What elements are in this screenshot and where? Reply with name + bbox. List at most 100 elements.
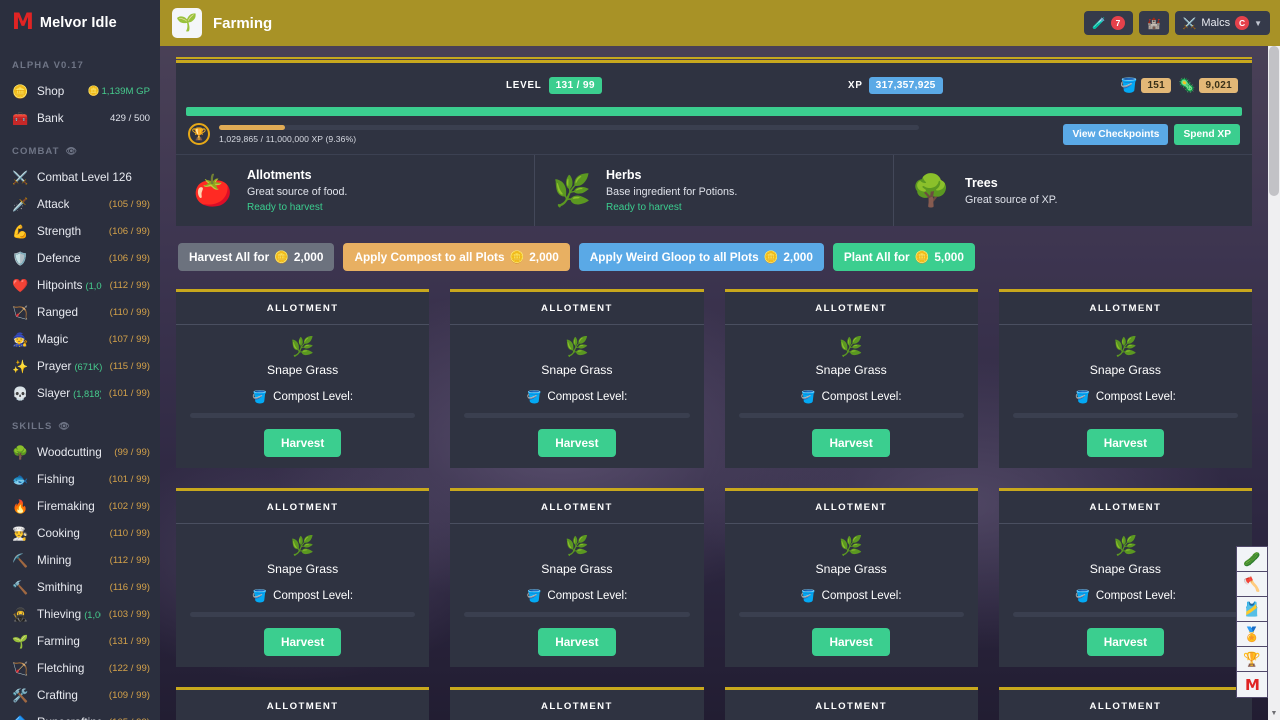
dock-item-trophy[interactable]: 🏆 bbox=[1237, 647, 1267, 672]
sidebar-item-woodcutting[interactable]: 🌳 Woodcutting (99 / 99) bbox=[0, 439, 160, 466]
category-text: Allotments Great source of food. Ready to … bbox=[247, 168, 347, 213]
eye-icon[interactable]: 👁 bbox=[58, 421, 71, 432]
dock-item-medal[interactable]: 🏅 bbox=[1237, 622, 1267, 647]
action-button-green[interactable]: Plant All for 🪙 5,000 bbox=[832, 243, 975, 271]
sidebar-item-shop[interactable]: 🪙 Shop 🪙 1,139M GP bbox=[0, 78, 160, 105]
farming-plot[interactable]: ALLOTMENT🌿Snape Grass🪣Compost Level:Harv… bbox=[998, 289, 1252, 468]
dock-item-equipment[interactable]: 🎽 bbox=[1237, 597, 1267, 622]
coin-icon: 🪙 bbox=[914, 250, 930, 264]
mastery-progress-fill bbox=[219, 124, 285, 130]
sidebar-item-thieving[interactable]: 🥷 Thieving(1,000) (103 / 99) bbox=[0, 601, 160, 628]
sidebar-item-slayer[interactable]: 💀 Slayer (1,818) (101 / 99) bbox=[0, 380, 160, 407]
sidebar-item-attack[interactable]: 🗡️ Attack (105 / 99) bbox=[0, 191, 160, 218]
farming-plot[interactable]: ALLOTMENT🌿Snape Grass🪣Compost Level:Harv… bbox=[998, 687, 1252, 720]
sidebar-item-label: Smithing bbox=[37, 581, 83, 594]
sidebar-item-prayer[interactable]: ✨ Prayer (671K) (115 / 99) bbox=[0, 353, 160, 380]
harvest-button[interactable]: Harvest bbox=[812, 429, 890, 457]
coin-mini-icon: 🪙 bbox=[87, 86, 100, 97]
farming-plot[interactable]: ALLOTMENT🌿Snape Grass🪣Compost Level:Harv… bbox=[998, 488, 1252, 667]
farming-icon: 🌱 bbox=[12, 634, 29, 649]
cooking-icon: 👨‍🍳 bbox=[12, 526, 29, 541]
sidebar-item-level: (106 / 99) bbox=[108, 226, 150, 237]
bank-capacity-value: 429 / 500 bbox=[109, 113, 150, 124]
sidebar-item-label: Combat Level 126 bbox=[37, 171, 132, 184]
chevron-down-icon: ▼ bbox=[1254, 18, 1262, 28]
harvest-button[interactable]: Harvest bbox=[538, 429, 616, 457]
sidebar-item-defence[interactable]: 🛡️ Defence (106 / 99) bbox=[0, 245, 160, 272]
sidebar-item-fishing[interactable]: 🐟 Fishing (101 / 99) bbox=[0, 466, 160, 493]
farming-plot[interactable]: ALLOTMENT🌿Snape Grass🪣Compost Level:Harv… bbox=[450, 488, 704, 667]
farming-plot[interactable]: ALLOTMENT🌿Snape Grass🪣Compost Level:Harv… bbox=[724, 488, 978, 667]
plot-header: ALLOTMENT bbox=[998, 292, 1252, 325]
sidebar-item-farming[interactable]: 🌱 Farming (131 / 99) bbox=[0, 628, 160, 655]
sidebar-item-smithing[interactable]: 🔨 Smithing (116 / 99) bbox=[0, 574, 160, 601]
harvest-button[interactable]: Harvest bbox=[263, 429, 342, 457]
brand-header[interactable]: M Melvor Idle bbox=[0, 0, 160, 46]
sidebar-item-ranged[interactable]: 🏹 Ranged (110 / 99) bbox=[0, 299, 160, 326]
action-button-blue[interactable]: Apply Weird Gloop to all Plots 🪙 2,000 bbox=[578, 243, 824, 271]
dock-item-farming-seed[interactable]: 🥒 bbox=[1237, 547, 1267, 572]
compost-progress-track bbox=[464, 612, 690, 617]
farming-plot[interactable]: ALLOTMENT🌿Snape Grass🪣Compost Level:Harv… bbox=[724, 289, 978, 468]
sidebar-item-cooking[interactable]: 👨‍🍳 Cooking (110 / 99) bbox=[0, 520, 160, 547]
harvest-button[interactable]: Harvest bbox=[1086, 628, 1165, 656]
plot-header: ALLOTMENT bbox=[450, 292, 704, 325]
dock-item-melvor-logo[interactable]: M bbox=[1237, 672, 1267, 697]
farming-plot[interactable]: ALLOTMENT🌿Snape Grass🪣Compost Level:Harv… bbox=[176, 488, 430, 667]
farming-plot[interactable]: ALLOTMENT🌿Snape Grass🪣Compost Level:Harv… bbox=[176, 687, 430, 720]
sidebar-item-combat-level[interactable]: ⚔️ Combat Level 126 bbox=[0, 164, 160, 191]
sidebar-item-level: (116 / 99) bbox=[109, 582, 150, 593]
sidebar-item-runecrafting[interactable]: 🔷Runecrafting(105 / 99) bbox=[0, 709, 160, 720]
combat-header-text: COMBAT bbox=[12, 146, 60, 157]
sidebar-item-magic[interactable]: 🧙 Magic (107 / 99) bbox=[0, 326, 160, 353]
action-cost: 2,000 bbox=[783, 250, 813, 264]
action-button-grey[interactable]: Harvest All for 🪙 2,000 bbox=[178, 243, 335, 271]
hitpoints-icon: ❤️ bbox=[12, 278, 29, 293]
page-scrollbar[interactable]: ▲ ▼ bbox=[1268, 46, 1280, 720]
sidebar-item-level: (131 / 99) bbox=[108, 636, 150, 647]
scroll-down-arrow[interactable]: ▼ bbox=[1268, 708, 1280, 720]
view-checkpoints-button[interactable]: View Checkpoints bbox=[1063, 123, 1169, 145]
melvor-logo-icon: M bbox=[12, 10, 34, 35]
category-card-allotments[interactable]: 🍅 Allotments Great source of food. Ready to… bbox=[176, 155, 535, 226]
harvest-button[interactable]: Harvest bbox=[538, 628, 616, 656]
sidebar-item-bank[interactable]: 🧰 Bank 429 / 500 bbox=[0, 105, 160, 132]
harvest-button[interactable]: Harvest bbox=[263, 628, 342, 656]
mastery-progress-track bbox=[219, 124, 919, 130]
sidebar-item-level: (99 / 99) bbox=[114, 447, 150, 458]
sidebar-item-crafting[interactable]: 🛠️ Crafting (109 / 99) bbox=[0, 682, 160, 709]
sidebar-item-level: (110 / 99) bbox=[109, 528, 150, 539]
shop-gp-value: 🪙 1,139M GP bbox=[88, 86, 150, 97]
plot-header: ALLOTMENT bbox=[999, 690, 1252, 720]
category-card-trees[interactable]: 🌳 Trees Great source of XP. bbox=[894, 155, 1252, 226]
compost-bucket-icon: 🪣 bbox=[1074, 589, 1090, 603]
spend-xp-button[interactable]: Spend XP bbox=[1174, 123, 1240, 145]
ranged-icon: 🏹 bbox=[12, 305, 29, 320]
category-title: Trees bbox=[965, 175, 998, 190]
harvest-button[interactable]: Harvest bbox=[1086, 429, 1165, 457]
compost-count: 151 bbox=[1141, 77, 1172, 93]
user-menu-button[interactable]: ⚔️ Malcs C ▼ bbox=[1174, 11, 1270, 35]
action-button-orange[interactable]: Apply Compost to all Plots 🪙 2,000 bbox=[343, 243, 570, 271]
eye-icon[interactable]: 👁 bbox=[66, 146, 79, 157]
farming-plot[interactable]: ALLOTMENT🌿Snape Grass🪣Compost Level:Harv… bbox=[450, 687, 704, 720]
plot-body: 🌿 Snape Grass 🪣 Compost Level: Harvest bbox=[450, 524, 703, 656]
sidebar-item-firemaking[interactable]: 🔥 Firemaking (102 / 99) bbox=[0, 493, 160, 520]
sidebar-item-fletching[interactable]: 🏹 Fletching (122 / 99) bbox=[0, 655, 160, 682]
sidebar-item-strength[interactable]: 💪 Strength (106 / 99) bbox=[0, 218, 160, 245]
sidebar-item-mining[interactable]: ⛏️ Mining (112 / 99) bbox=[0, 547, 160, 574]
potions-button[interactable]: 🧪 7 bbox=[1084, 11, 1133, 35]
compost-level-label: Compost Level: bbox=[273, 391, 354, 403]
sidebar-item-hitpoints[interactable]: ❤️ Hitpoints(1,000) (112 / 99) bbox=[0, 272, 160, 299]
compost-row: 🪣 Compost Level: bbox=[464, 589, 689, 603]
dungeon-button[interactable]: 🏰 bbox=[1138, 11, 1169, 35]
scrollbar-thumb[interactable] bbox=[1269, 46, 1279, 196]
sidebar-item-label: Shop bbox=[37, 85, 65, 98]
farming-plot[interactable]: ALLOTMENT🌿Snape Grass🪣Compost Level:Harv… bbox=[724, 687, 978, 720]
farming-plot[interactable]: ALLOTMENT🌿Snape Grass🪣Compost Level:Harv… bbox=[450, 289, 704, 468]
defence-icon: 🛡️ bbox=[12, 251, 29, 266]
category-card-herbs[interactable]: 🌿 Herbs Base ingredient for Potions. Ready … bbox=[535, 155, 894, 226]
harvest-button[interactable]: Harvest bbox=[812, 628, 890, 656]
farming-plot[interactable]: ALLOTMENT🌿Snape Grass🪣Compost Level:Harv… bbox=[176, 289, 430, 468]
dock-item-woodcutting[interactable]: 🪓 bbox=[1237, 572, 1267, 597]
